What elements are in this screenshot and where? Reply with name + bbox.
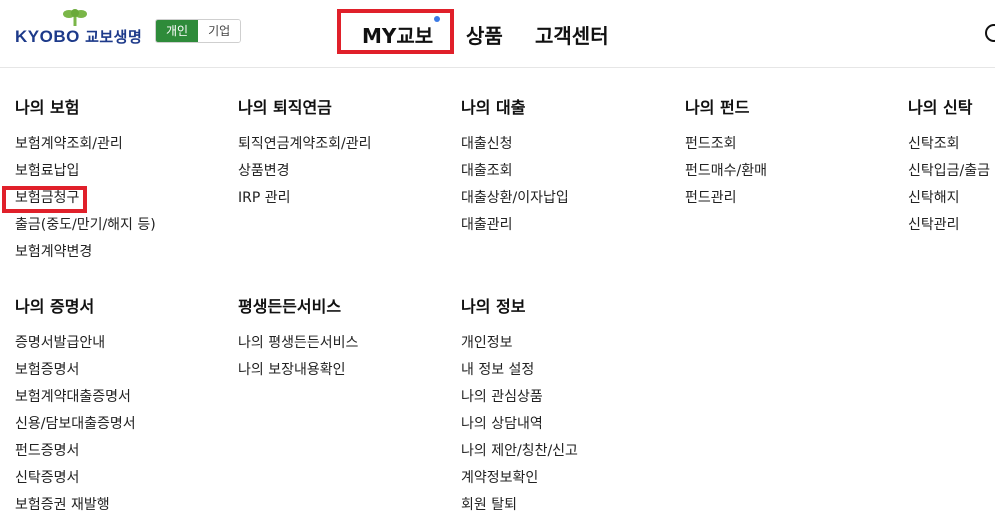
menu-item[interactable]: 나의 제안/칭찬/신고 — [461, 442, 578, 469]
menu-item[interactable]: 보험료납입 — [15, 162, 156, 189]
menu-item[interactable]: 퇴직연금계약조회/관리 — [238, 135, 372, 162]
segment-corporate[interactable]: 기업 — [198, 20, 241, 42]
menu-item[interactable]: 상품변경 — [238, 162, 372, 189]
menu-item[interactable]: IRP 관리 — [238, 189, 372, 216]
menu-title: 나의 보험 — [15, 98, 80, 117]
menu-col-lifetime-service: 평생든든서비스 나의 평생든든서비스 나의 보장내용확인 — [238, 297, 358, 388]
menu-item[interactable]: 계약정보확인 — [461, 469, 578, 496]
menu-col-certificates: 나의 증명서 증명서발급안내 보험증명서 보험계약대출증명서 신용/담보대출증명… — [15, 297, 136, 523]
menu-col-pension: 나의 퇴직연금 퇴직연금계약조회/관리 상품변경 IRP 관리 — [238, 98, 372, 216]
menu-item[interactable]: 신용/담보대출증명서 — [15, 415, 136, 442]
menu-item[interactable]: 신탁해지 — [908, 189, 995, 216]
highlight-box-my-kyobo — [337, 9, 454, 54]
menu-item[interactable]: 대출상환/이자납입 — [461, 189, 569, 216]
kyobo-logo[interactable]: KYOBO 교보생명 — [15, 8, 143, 48]
menu-title: 나의 펀드 — [685, 98, 750, 117]
logo-text: KYOBO 교보생명 — [15, 27, 143, 46]
nav-customer-center[interactable]: 고객센터 — [535, 20, 609, 49]
menu-item[interactable]: 펀드관리 — [685, 189, 767, 216]
menu-col-my-info: 나의 정보 개인정보 내 정보 설정 나의 관심상품 나의 상담내역 나의 제안… — [461, 297, 578, 523]
menu-item[interactable]: 대출조회 — [461, 162, 569, 189]
nav-products[interactable]: 상품 — [466, 20, 503, 49]
menu-item[interactable]: 나의 평생든든서비스 — [238, 334, 358, 361]
bird-logo-icon — [63, 9, 87, 27]
menu-item[interactable]: 개인정보 — [461, 334, 578, 361]
menu-item[interactable]: 펀드매수/환매 — [685, 162, 767, 189]
menu-item[interactable]: 신탁입금/출금 — [908, 162, 995, 189]
menu-col-fund: 나의 펀드 펀드조회 펀드매수/환매 펀드관리 — [685, 98, 767, 216]
menu-item[interactable]: 회원 탈퇴 — [461, 496, 578, 523]
menu-item[interactable]: 출금(중도/만기/해지 등) — [15, 216, 156, 243]
menu-item[interactable]: 나의 관심상품 — [461, 388, 578, 415]
menu-item[interactable]: 보험계약조회/관리 — [15, 135, 156, 162]
menu-item[interactable]: 펀드증명서 — [15, 442, 136, 469]
menu-title: 평생든든서비스 — [238, 297, 342, 316]
menu-item[interactable]: 대출신청 — [461, 135, 569, 162]
menu-col-loan: 나의 대출 대출신청 대출조회 대출상환/이자납입 대출관리 — [461, 98, 569, 243]
menu-title: 나의 증명서 — [15, 297, 95, 316]
menu-col-insurance: 나의 보험 보험계약조회/관리 보험료납입 보험금청구 출금(중도/만기/해지 … — [15, 98, 156, 270]
header: KYOBO 교보생명 개인 기업 MY교보 상품 고객센터 — [0, 0, 995, 68]
menu-item[interactable]: 보험증명서 — [15, 361, 136, 388]
segment-personal[interactable]: 개인 — [156, 20, 199, 42]
customer-type-toggle: 개인 기업 — [155, 19, 242, 43]
menu-title: 나의 대출 — [461, 98, 526, 117]
menu-item[interactable]: 대출관리 — [461, 216, 569, 243]
menu-item[interactable]: 증명서발급안내 — [15, 334, 136, 361]
menu-item[interactable]: 신탁증명서 — [15, 469, 136, 496]
menu-title: 나의 신탁 — [908, 98, 973, 117]
menu-item[interactable]: 펀드조회 — [685, 135, 767, 162]
menu-title: 나의 퇴직연금 — [238, 98, 332, 117]
search-icon[interactable] — [985, 24, 995, 42]
menu-item[interactable]: 나의 상담내역 — [461, 415, 578, 442]
menu-item[interactable]: 보험계약변경 — [15, 243, 156, 270]
menu-item[interactable]: 신탁조회 — [908, 135, 995, 162]
highlight-box-insurance-claim — [2, 186, 87, 213]
menu-item[interactable]: 신탁관리 — [908, 216, 995, 243]
menu-col-trust: 나의 신탁 신탁조회 신탁입금/출금 신탁해지 신탁관리 — [908, 98, 995, 243]
menu-title: 나의 정보 — [461, 297, 526, 316]
menu-item[interactable]: 보험증권 재발행 — [15, 496, 136, 523]
menu-item[interactable]: 내 정보 설정 — [461, 361, 578, 388]
menu-item[interactable]: 보험계약대출증명서 — [15, 388, 136, 415]
menu-item[interactable]: 나의 보장내용확인 — [238, 361, 358, 388]
